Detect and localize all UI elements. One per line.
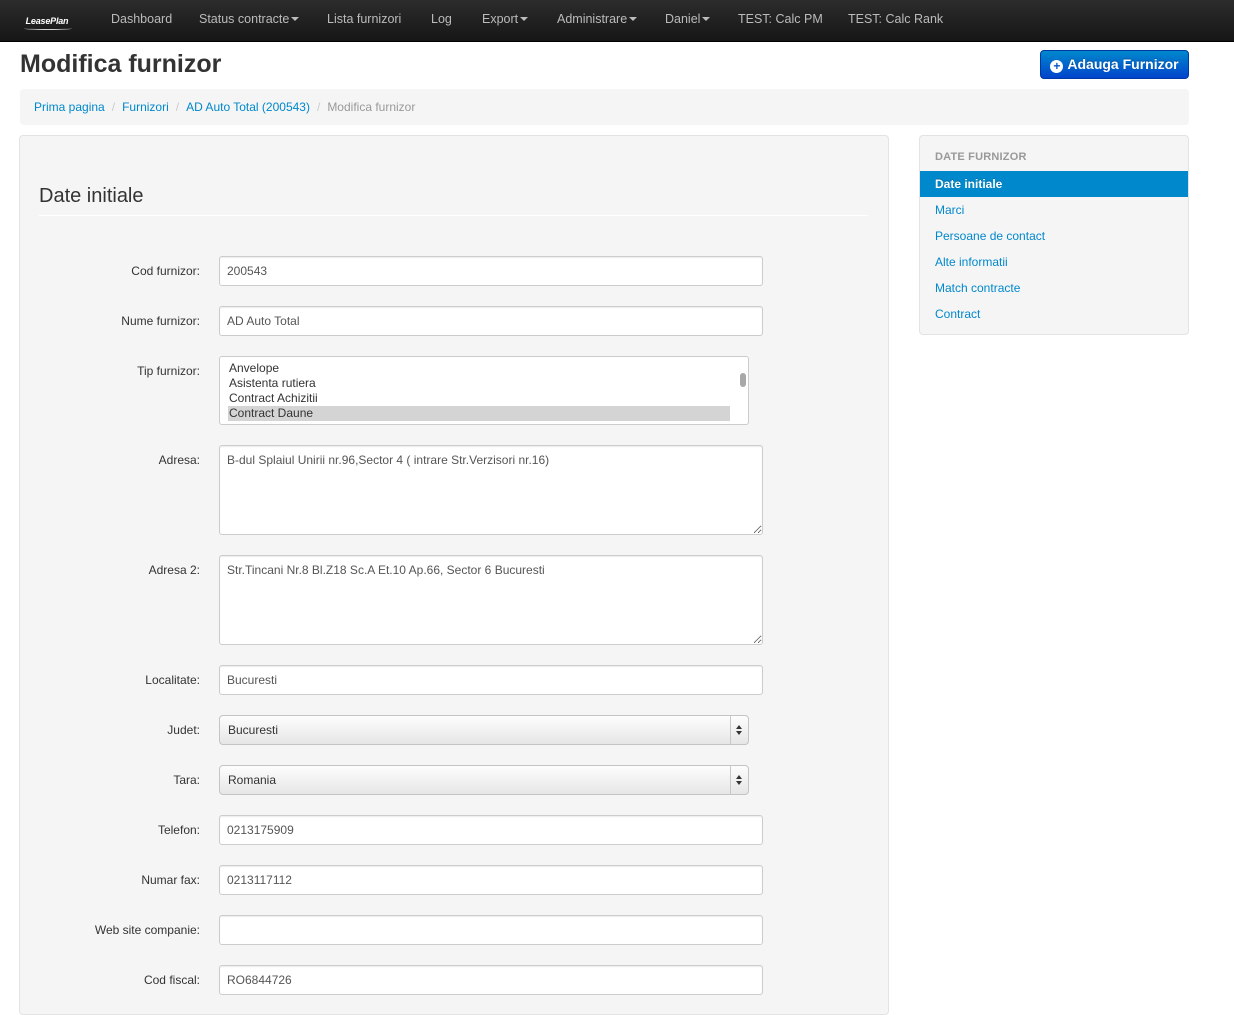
sidebar-item-alte-informatii[interactable]: Alte informatii xyxy=(920,249,1188,275)
breadcrumb-separator: / xyxy=(111,100,116,114)
telefon-input[interactable] xyxy=(219,815,763,845)
sidebar-item-match-contracte[interactable]: Match contracte xyxy=(920,275,1188,301)
breadcrumb-separator: / xyxy=(316,100,321,114)
nav-status-contracte-label: Status contracte xyxy=(199,12,290,26)
tip-furnizor-option[interactable]: Contract Achizitii xyxy=(228,391,730,406)
caret-down-icon xyxy=(629,17,638,21)
website-input[interactable] xyxy=(219,915,763,945)
sidebar-header: DATE FURNIZOR xyxy=(935,151,1027,163)
adresa-label: Adresa: xyxy=(158,453,200,467)
cod-fiscal-input[interactable] xyxy=(219,965,763,995)
tip-furnizor-option[interactable]: Anvelope xyxy=(228,361,730,376)
sidebar-item-marci[interactable]: Marci xyxy=(920,197,1188,223)
tip-furnizor-option[interactable]: Asistenta rutiera xyxy=(228,376,730,391)
localitate-label: Localitate: xyxy=(145,673,200,687)
nav-log[interactable]: Log xyxy=(431,0,452,38)
nav-user-daniel-label: Daniel xyxy=(665,12,701,26)
nav-administrare-label: Administrare xyxy=(557,12,628,26)
tip-furnizor-option-selected[interactable]: Contract Daune xyxy=(228,406,730,421)
nav-test-calc-rank-label: TEST: Calc Rank xyxy=(848,12,944,26)
tara-select[interactable]: Romania xyxy=(219,765,749,795)
leaseplan-logo[interactable]: LeasePlan xyxy=(18,11,76,31)
add-furnizor-button[interactable]: + Adauga Furnizor xyxy=(1040,50,1189,79)
fax-label: Numar fax: xyxy=(141,873,200,887)
nav-test-calc-rank[interactable]: TEST: Calc Rank xyxy=(848,0,943,38)
nav-lista-furnizori-label: Lista furnizori xyxy=(327,12,402,26)
nav-dashboard-label: Dashboard xyxy=(111,12,173,26)
breadcrumb-separator: / xyxy=(175,100,180,114)
select-arrows-icon xyxy=(730,766,748,794)
add-furnizor-button-label: Adauga Furnizor xyxy=(1067,56,1179,72)
judet-label: Judet: xyxy=(167,723,200,737)
tip-furnizor-label: Tip furnizor: xyxy=(137,364,200,378)
listbox-scrollbar[interactable] xyxy=(740,373,746,387)
judet-select[interactable]: Bucuresti xyxy=(219,715,749,745)
sidebar-item-persoane-de-contact[interactable]: Persoane de contact xyxy=(920,223,1188,249)
nav-user-daniel[interactable]: Daniel xyxy=(665,0,711,38)
localitate-input[interactable] xyxy=(219,665,763,695)
caret-down-icon xyxy=(702,17,711,21)
adresa2-textarea[interactable]: Str.Tincani Nr.8 Bl.Z18 Sc.A Et.10 Ap.66… xyxy=(219,555,763,645)
section-title: Date initiale xyxy=(39,185,144,207)
caret-down-icon xyxy=(520,17,529,21)
nav-log-label: Log xyxy=(431,12,452,26)
tara-label: Tara: xyxy=(173,773,200,787)
cod-furnizor-input[interactable] xyxy=(219,256,763,286)
sidebar-item-contract[interactable]: Contract xyxy=(920,301,1188,327)
nav-lista-furnizori[interactable]: Lista furnizori xyxy=(327,0,401,38)
nume-furnizor-input[interactable] xyxy=(219,306,763,336)
adresa-textarea[interactable]: B-dul Splaiul Unirii nr.96,Sector 4 ( in… xyxy=(219,445,763,535)
tip-furnizor-listbox[interactable]: Anvelope Asistenta rutiera Contract Achi… xyxy=(219,356,749,425)
nav-test-calc-pm[interactable]: TEST: Calc PM xyxy=(738,0,823,38)
breadcrumb-furnizor[interactable]: AD Auto Total (200543) xyxy=(186,100,310,114)
nume-furnizor-label: Nume furnizor: xyxy=(121,314,200,328)
breadcrumb-furnizori[interactable]: Furnizori xyxy=(122,100,169,114)
website-label: Web site companie: xyxy=(94,923,200,937)
breadcrumb-prima-pagina[interactable]: Prima pagina xyxy=(34,100,105,114)
caret-down-icon xyxy=(291,17,300,21)
nav-test-calc-pm-label: TEST: Calc PM xyxy=(738,12,823,26)
nav-administrare[interactable]: Administrare xyxy=(557,0,638,38)
judet-selected-value: Bucuresti xyxy=(228,723,279,737)
nav-export-label: Export xyxy=(482,12,519,26)
nav-status-contracte[interactable]: Status contracte xyxy=(199,0,300,38)
cod-furnizor-label: Cod furnizor: xyxy=(131,264,200,278)
sidebar-item-date-initiale[interactable]: Date initiale xyxy=(920,171,1188,197)
breadcrumb-current: Modifica furnizor xyxy=(327,100,416,114)
telefon-label: Telefon: xyxy=(157,823,200,837)
nav-dashboard[interactable]: Dashboard xyxy=(111,0,172,38)
select-arrows-icon xyxy=(730,716,748,744)
fax-input[interactable] xyxy=(219,865,763,895)
top-navbar: LeasePlan Dashboard Status contracte Lis… xyxy=(0,0,1234,42)
section-divider xyxy=(39,215,868,216)
breadcrumb: Prima pagina / Furnizori / AD Auto Total (20… xyxy=(20,89,1189,125)
plus-circle-icon: + xyxy=(1050,60,1064,73)
adresa2-label: Adresa 2: xyxy=(148,563,200,577)
nav-export[interactable]: Export xyxy=(482,0,529,38)
sidebar-panel: DATE FURNIZOR Date initiale Marci Persoa… xyxy=(919,135,1189,335)
page-title: Modifica furnizor xyxy=(20,50,222,78)
cod-fiscal-label: Cod fiscal: xyxy=(143,973,200,987)
tara-selected-value: Romania xyxy=(228,773,277,787)
